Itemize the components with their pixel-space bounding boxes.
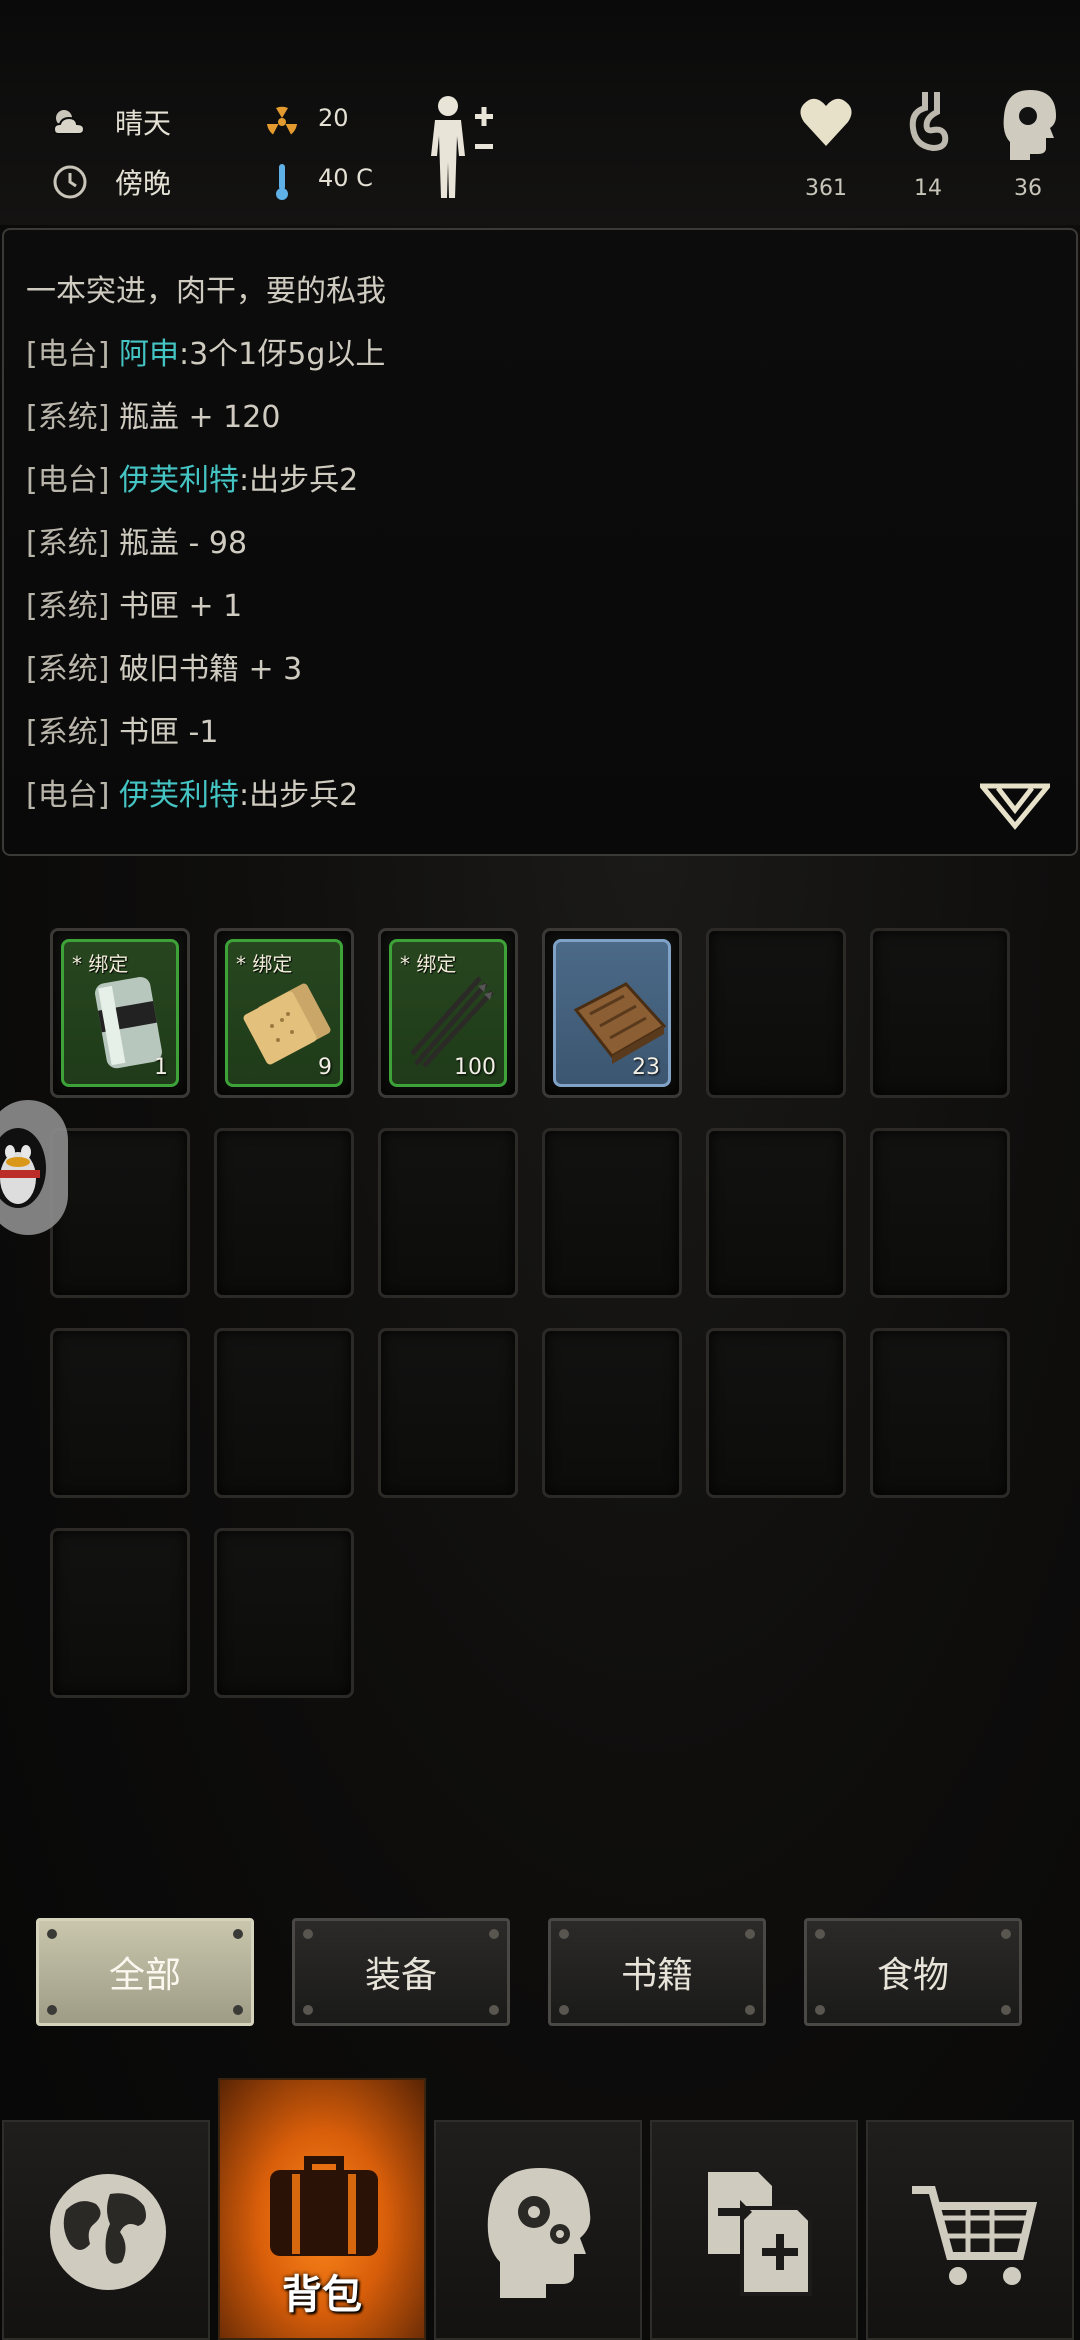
inventory-slot-empty[interactable] [378,1128,518,1298]
inventory-slot[interactable]: * 绑定 100 [378,928,518,1098]
tab-food[interactable]: 食物 [804,1918,1022,2026]
trade-exchange-icon [708,2172,812,2296]
nav-backpack-label: 背包 [282,2272,362,2318]
inventory-grid: * 绑定 1 * 绑定 9 * 绑定 100 23 [0,0,1080,1720]
inventory-slot-empty[interactable] [706,1128,846,1298]
inventory-slot[interactable]: * 绑定 9 [214,928,354,1098]
item-quantity: 23 [632,1055,660,1080]
brain-head-icon [487,2168,591,2298]
inventory-slot-empty[interactable] [378,1328,518,1498]
inventory-slot[interactable]: * 绑定 1 [50,928,190,1098]
tab-all[interactable]: 全部 [36,1918,254,2026]
nav-backpack[interactable]: 背包 [218,2078,426,2340]
world-map-icon [50,2174,166,2290]
backpack-icon [270,2156,378,2256]
inventory-slot-empty[interactable] [214,1128,354,1298]
inventory-slot[interactable]: 23 [542,928,682,1098]
shopping-cart-icon [912,2186,1038,2285]
inventory-slot-empty[interactable] [706,928,846,1098]
floating-penguin-button[interactable] [0,1100,68,1235]
tab-equipment[interactable]: 装备 [292,1918,510,2026]
inventory-slot-empty[interactable] [870,1328,1010,1498]
inventory-slot-empty[interactable] [214,1328,354,1498]
nav-shop[interactable] [866,2120,1074,2340]
nav-skills[interactable] [434,2120,642,2340]
inventory-slot-empty[interactable] [542,1328,682,1498]
inventory-slot-empty[interactable] [870,928,1010,1098]
inventory-slot-empty[interactable] [50,1328,190,1498]
inventory-slot-empty[interactable] [706,1328,846,1498]
penguin-icon [0,1128,46,1208]
inventory-slot-empty[interactable] [50,1528,190,1698]
inventory-slot-empty[interactable] [50,1128,190,1298]
item-quantity: 9 [318,1055,332,1080]
item-quantity: 1 [154,1055,168,1080]
nav-trade[interactable] [650,2120,858,2340]
nav-world-map[interactable] [2,2120,210,2340]
inventory-slot-empty[interactable] [870,1128,1010,1298]
inventory-slot-empty[interactable] [214,1528,354,1698]
tab-books[interactable]: 书籍 [548,1918,766,2026]
inventory-slot-empty[interactable] [542,1128,682,1298]
item-quantity: 100 [454,1055,496,1080]
